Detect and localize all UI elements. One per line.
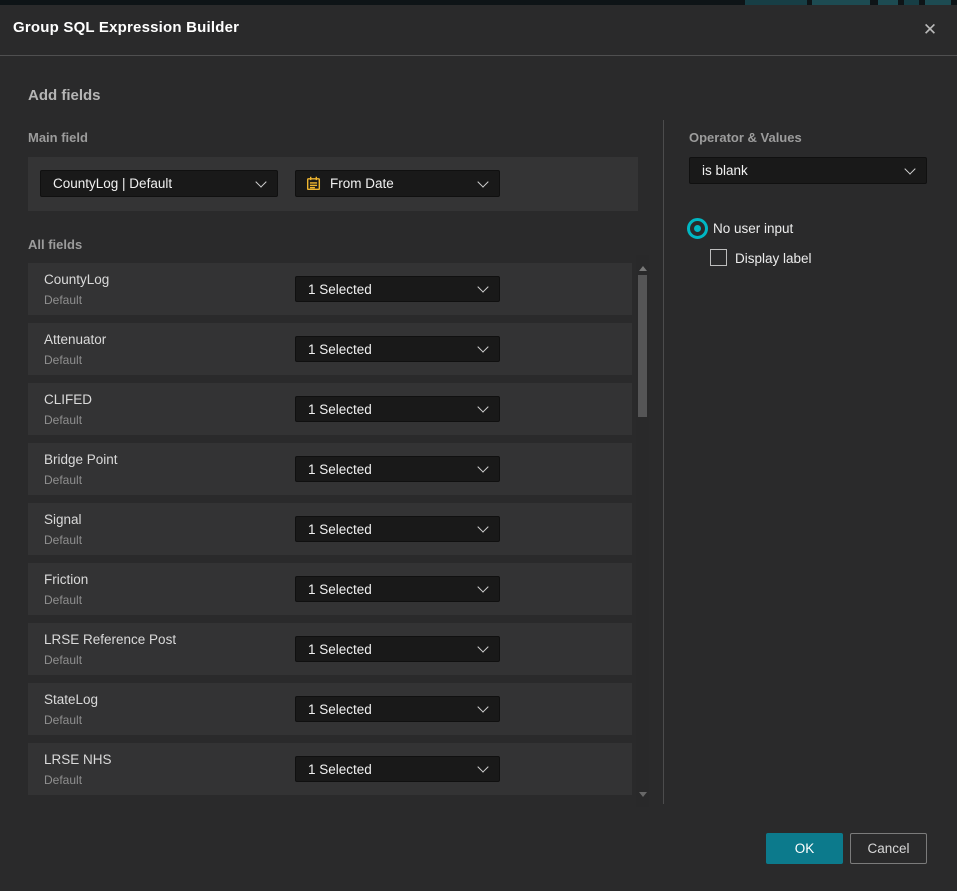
field-value-select-value: 1 Selected: [308, 642, 471, 657]
field-subtitle: Default: [44, 773, 82, 787]
field-value-select[interactable]: 1 Selected: [295, 756, 500, 782]
dialog-header: Group SQL Expression Builder ✕: [0, 5, 957, 56]
no-user-input-radio[interactable]: [687, 218, 708, 239]
field-row: LRSE NHS Default 1 Selected: [28, 743, 632, 795]
chevron-down-icon: [477, 641, 488, 652]
operator-select[interactable]: is blank: [689, 157, 927, 184]
field-subtitle: Default: [44, 653, 82, 667]
chevron-down-icon: [477, 761, 488, 772]
field-subtitle: Default: [44, 293, 82, 307]
field-row: Friction Default 1 Selected: [28, 563, 632, 615]
field-value-select-value: 1 Selected: [308, 282, 471, 297]
field-value-select[interactable]: 1 Selected: [295, 576, 500, 602]
main-layer-select-value: CountyLog | Default: [53, 176, 249, 191]
field-subtitle: Default: [44, 593, 82, 607]
dialog-title: Group SQL Expression Builder: [13, 19, 239, 36]
chevron-down-icon: [904, 163, 915, 174]
field-subtitle: Default: [44, 353, 82, 367]
main-field-label: Main field: [28, 130, 88, 145]
main-field-select-value: From Date: [330, 176, 471, 191]
field-value-select-value: 1 Selected: [308, 522, 471, 537]
panel-divider: [663, 120, 664, 804]
cancel-button[interactable]: Cancel: [850, 833, 927, 864]
field-subtitle: Default: [44, 413, 82, 427]
chevron-down-icon: [477, 461, 488, 472]
operator-select-value: is blank: [702, 163, 898, 178]
field-value-select[interactable]: 1 Selected: [295, 456, 500, 482]
field-value-select[interactable]: 1 Selected: [295, 276, 500, 302]
field-row: CLIFED Default 1 Selected: [28, 383, 632, 435]
main-field-panel: CountyLog | Default From Date: [28, 157, 638, 211]
field-row: Attenuator Default 1 Selected: [28, 323, 632, 375]
field-value-select[interactable]: 1 Selected: [295, 636, 500, 662]
field-value-select-value: 1 Selected: [308, 762, 471, 777]
field-name: Signal: [44, 512, 82, 527]
field-value-select[interactable]: 1 Selected: [295, 516, 500, 542]
scroll-up-icon[interactable]: [639, 266, 647, 271]
all-fields-label: All fields: [28, 237, 82, 252]
close-icon[interactable]: ✕: [918, 17, 942, 41]
chevron-down-icon: [477, 281, 488, 292]
field-value-select[interactable]: 1 Selected: [295, 696, 500, 722]
field-name: StateLog: [44, 692, 98, 707]
chevron-down-icon: [477, 701, 488, 712]
field-value-select[interactable]: 1 Selected: [295, 336, 500, 362]
chevron-down-icon: [477, 341, 488, 352]
display-label-label: Display label: [735, 251, 812, 266]
field-row: StateLog Default 1 Selected: [28, 683, 632, 735]
field-name: CLIFED: [44, 392, 92, 407]
field-row: LRSE Reference Post Default 1 Selected: [28, 623, 632, 675]
chevron-down-icon: [477, 401, 488, 412]
field-name: CountyLog: [44, 272, 109, 287]
chevron-down-icon: [477, 581, 488, 592]
display-label-checkbox[interactable]: [710, 249, 727, 266]
field-value-select[interactable]: 1 Selected: [295, 396, 500, 422]
scroll-down-icon[interactable]: [639, 792, 647, 797]
main-field-select[interactable]: From Date: [295, 170, 500, 197]
field-subtitle: Default: [44, 473, 82, 487]
field-name: Bridge Point: [44, 452, 118, 467]
operator-values-label: Operator & Values: [689, 130, 802, 145]
field-value-select-value: 1 Selected: [308, 702, 471, 717]
radio-dot-icon: [694, 225, 701, 232]
scrollbar-thumb[interactable]: [638, 275, 647, 417]
main-layer-select[interactable]: CountyLog | Default: [40, 170, 278, 197]
group-sql-expression-builder-dialog: Group SQL Expression Builder ✕ Add field…: [0, 5, 957, 891]
field-subtitle: Default: [44, 533, 82, 547]
add-fields-heading: Add fields: [28, 87, 101, 104]
field-name: LRSE NHS: [44, 752, 112, 767]
field-subtitle: Default: [44, 713, 82, 727]
field-name: LRSE Reference Post: [44, 632, 176, 647]
field-row: Bridge Point Default 1 Selected: [28, 443, 632, 495]
chevron-down-icon: [255, 176, 266, 187]
calendar-icon: [306, 176, 321, 191]
field-value-select-value: 1 Selected: [308, 342, 471, 357]
field-value-select-value: 1 Selected: [308, 402, 471, 417]
field-name: Attenuator: [44, 332, 106, 347]
field-row: CountyLog Default 1 Selected: [28, 263, 632, 315]
field-value-select-value: 1 Selected: [308, 462, 471, 477]
field-value-select-value: 1 Selected: [308, 582, 471, 597]
chevron-down-icon: [477, 176, 488, 187]
no-user-input-label: No user input: [713, 221, 793, 236]
chevron-down-icon: [477, 521, 488, 532]
field-name: Friction: [44, 572, 88, 587]
field-row: Signal Default 1 Selected: [28, 503, 632, 555]
ok-button[interactable]: OK: [766, 833, 843, 864]
